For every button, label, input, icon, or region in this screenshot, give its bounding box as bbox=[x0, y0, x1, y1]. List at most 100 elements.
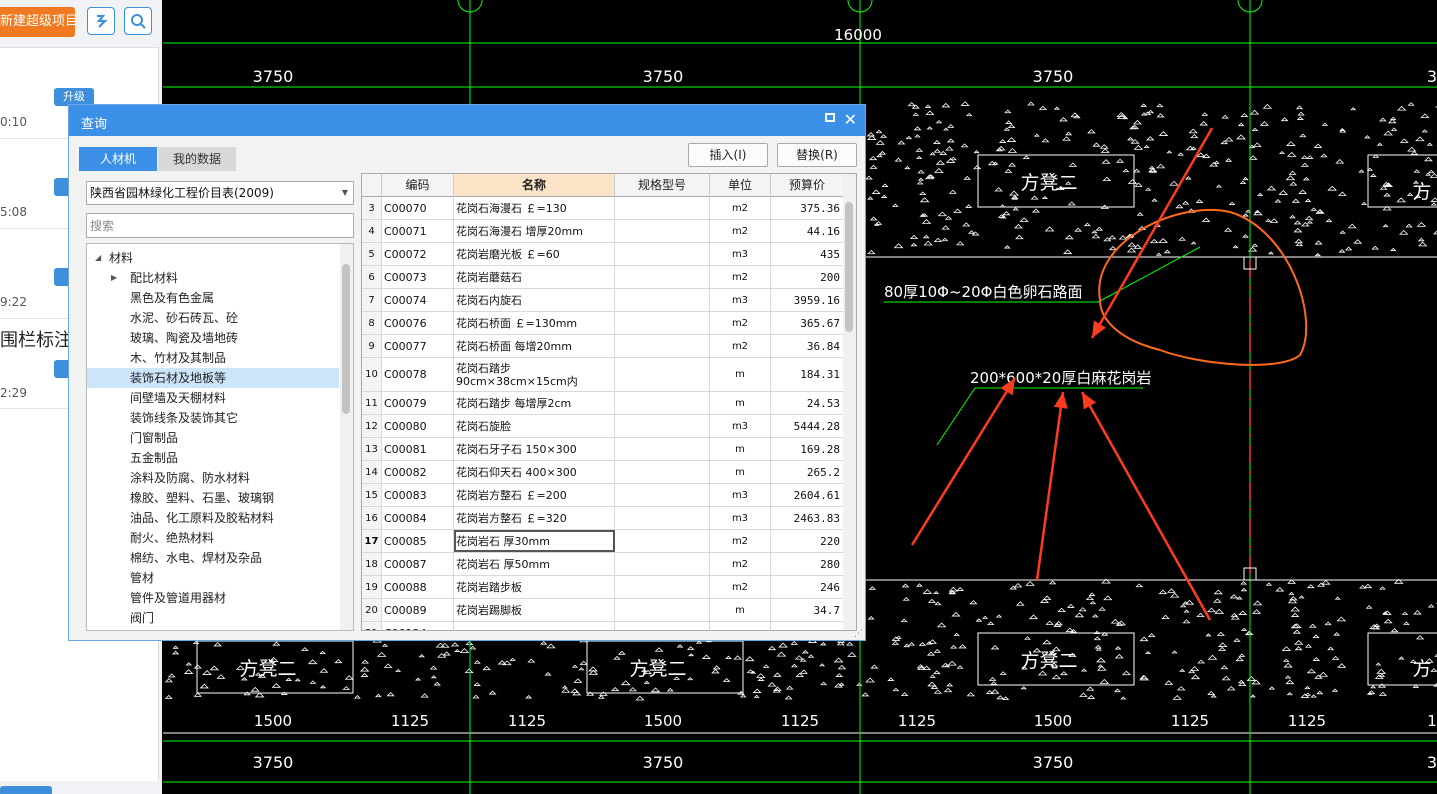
cell-name[interactable]: 花岗石桥面 每增20mm bbox=[454, 335, 615, 357]
cell-name[interactable]: 花岗石仰天石 400×300 bbox=[454, 461, 615, 483]
cell-unit[interactable]: m2 bbox=[710, 312, 771, 334]
cell-row-number[interactable]: 6 bbox=[362, 266, 382, 288]
cell-code[interactable]: C00074 bbox=[382, 289, 454, 311]
cell-spec[interactable] bbox=[615, 289, 710, 311]
cell-name[interactable]: 花岗石牙子石 150×300 bbox=[454, 438, 615, 460]
cell-row-number[interactable]: 9 bbox=[362, 335, 382, 357]
table-row[interactable]: 20 C00089 花岗岩踢脚板 m 34.7 bbox=[362, 599, 844, 622]
search-input[interactable] bbox=[86, 213, 354, 238]
cell-spec[interactable] bbox=[615, 461, 710, 483]
cell-row-number[interactable]: 18 bbox=[362, 553, 382, 575]
cell-row-number[interactable]: 7 bbox=[362, 289, 382, 311]
cell-name[interactable]: 花岗岩蘑菇石 bbox=[454, 266, 615, 288]
tree-node[interactable]: 五金制品 bbox=[87, 448, 339, 468]
cell-unit[interactable]: m bbox=[710, 599, 771, 621]
cell-price[interactable]: 246 bbox=[771, 576, 844, 598]
cell-unit[interactable]: m3 bbox=[710, 507, 771, 529]
cell-code[interactable]: C00071 bbox=[382, 220, 454, 242]
column-header[interactable]: 名称 bbox=[454, 174, 615, 197]
cell-unit[interactable]: m2 bbox=[710, 266, 771, 288]
cell-name[interactable]: 花岗岩石 厚50mm bbox=[454, 553, 615, 575]
cell-price[interactable]: 280 bbox=[771, 553, 844, 575]
cell-name[interactable]: 花岗石海漫石 增厚20mm bbox=[454, 220, 615, 242]
tab-labor-material-machine[interactable]: 人材机 bbox=[79, 147, 157, 171]
cell-spec[interactable] bbox=[615, 312, 710, 334]
table-row[interactable]: 9 C00077 花岗石桥面 每增20mm m2 36.84 bbox=[362, 335, 844, 358]
cell-row-number[interactable]: 17 bbox=[362, 530, 382, 552]
cell-unit[interactable]: m2 bbox=[710, 530, 771, 552]
table-row[interactable]: 12 C00080 花岗石旋脸 m3 5444.28 bbox=[362, 415, 844, 438]
cell-code[interactable]: C00076 bbox=[382, 312, 454, 334]
library-select[interactable]: 陕西省园林绿化工程价目表(2009) ▼ bbox=[86, 181, 354, 205]
tree-scrollbar[interactable] bbox=[340, 244, 353, 630]
dialog-titlebar[interactable]: 查询 ✕ bbox=[69, 105, 865, 136]
cell-unit[interactable]: m bbox=[710, 358, 771, 391]
cell-code[interactable]: C00084 bbox=[382, 507, 454, 529]
tree-node[interactable]: 阀门 bbox=[87, 608, 339, 628]
cell-price[interactable]: 184.31 bbox=[771, 358, 844, 391]
cell-name[interactable]: 花岗石内旋石 bbox=[454, 289, 615, 311]
cell-code[interactable]: C00088 bbox=[382, 576, 454, 598]
cell-name[interactable]: 花岗石旋脸 bbox=[454, 415, 615, 437]
table-row[interactable]: 11 C00079 花岗石踏步 每增厚2cm m 24.53 bbox=[362, 392, 844, 415]
maximize-icon[interactable] bbox=[825, 113, 835, 122]
cell-row-number[interactable]: 5 bbox=[362, 243, 382, 265]
cell-price[interactable]: 34.7 bbox=[771, 599, 844, 621]
tree-node[interactable]: 黑色及有色金属 bbox=[87, 288, 339, 308]
cell-spec[interactable] bbox=[615, 553, 710, 575]
cell-row-number[interactable]: 13 bbox=[362, 438, 382, 460]
cell-unit[interactable]: m bbox=[710, 392, 771, 414]
tree-node[interactable]: 涂料及防腐、防水材料 bbox=[87, 468, 339, 488]
tree-node[interactable]: 橡胶、塑料、石墨、玻璃钢 bbox=[87, 488, 339, 508]
cell-unit[interactable] bbox=[710, 622, 771, 630]
cell-name[interactable]: 花岗岩石 厚30mm bbox=[454, 530, 615, 552]
cell-name[interactable] bbox=[454, 622, 615, 630]
cell-name[interactable]: 花岗石桥面 ￡=130mm bbox=[454, 312, 615, 334]
cell-spec[interactable] bbox=[615, 220, 710, 242]
tree-node[interactable]: ▶ 配比材料 bbox=[87, 268, 339, 288]
cell-code[interactable]: C00085 bbox=[382, 530, 454, 552]
cell-row-number[interactable]: 4 bbox=[362, 220, 382, 242]
cell-price[interactable]: 2463.83 bbox=[771, 507, 844, 529]
cell-price[interactable]: 365.67 bbox=[771, 312, 844, 334]
cell-row-number[interactable]: 14 bbox=[362, 461, 382, 483]
cell-row-number[interactable]: 19 bbox=[362, 576, 382, 598]
table-row[interactable]: 10 C00078 花岗石踏步 90cm×38cm×15cm内 m 184.31 bbox=[362, 358, 844, 392]
cell-code[interactable]: C00070 bbox=[382, 197, 454, 219]
search-button[interactable] bbox=[124, 7, 152, 35]
grid-scrollbar[interactable] bbox=[843, 174, 856, 630]
cell-code[interactable]: C00073 bbox=[382, 266, 454, 288]
cell-spec[interactable] bbox=[615, 438, 710, 460]
cell-price[interactable] bbox=[771, 622, 844, 630]
cell-spec[interactable] bbox=[615, 335, 710, 357]
cell-unit[interactable]: m2 bbox=[710, 576, 771, 598]
table-row[interactable]: 13 C00081 花岗石牙子石 150×300 m 169.28 bbox=[362, 438, 844, 461]
cell-price[interactable]: 44.16 bbox=[771, 220, 844, 242]
chevron-down-icon[interactable]: ◢ bbox=[95, 248, 101, 268]
bottom-action-button[interactable] bbox=[0, 786, 52, 794]
cell-price[interactable]: 265.2 bbox=[771, 461, 844, 483]
cell-unit[interactable]: m3 bbox=[710, 415, 771, 437]
tree-scrollbar-thumb[interactable] bbox=[342, 264, 350, 414]
chevron-right-icon[interactable]: ▶ bbox=[111, 268, 117, 288]
replace-button[interactable]: 替换(R) bbox=[777, 143, 857, 167]
column-header[interactable] bbox=[362, 174, 382, 197]
cell-price[interactable]: 24.53 bbox=[771, 392, 844, 414]
cell-code[interactable]: C00078 bbox=[382, 358, 454, 391]
cell-code[interactable]: C00082 bbox=[382, 461, 454, 483]
tree-node[interactable]: 木、竹材及其制品 bbox=[87, 348, 339, 368]
cell-price[interactable]: 36.84 bbox=[771, 335, 844, 357]
tree-node[interactable]: 棉纺、水电、焊材及杂品 bbox=[87, 548, 339, 568]
cell-unit[interactable]: m2 bbox=[710, 335, 771, 357]
cell-unit[interactable]: m2 bbox=[710, 553, 771, 575]
cell-price[interactable]: 220 bbox=[771, 530, 844, 552]
cell-price[interactable]: 2604.61 bbox=[771, 484, 844, 506]
cell-spec[interactable] bbox=[615, 243, 710, 265]
cell-code[interactable]: C00080 bbox=[382, 415, 454, 437]
tree-node[interactable]: 油品、化工原料及胶粘材料 bbox=[87, 508, 339, 528]
cell-row-number[interactable]: 11 bbox=[362, 392, 382, 414]
tab-my-data[interactable]: 我的数据 bbox=[158, 147, 236, 171]
cell-code[interactable]: C00072 bbox=[382, 243, 454, 265]
table-row[interactable]: 19 C00088 花岗岩踏步板 m2 246 bbox=[362, 576, 844, 599]
cell-row-number[interactable]: 20 bbox=[362, 599, 382, 621]
